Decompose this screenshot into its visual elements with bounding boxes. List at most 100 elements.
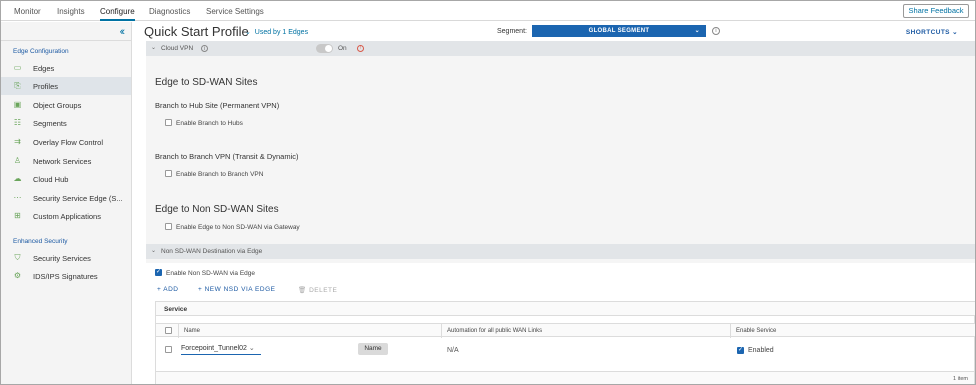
branch-to-hub-heading: Branch to Hub Site (Permanent VPN) (155, 101, 280, 110)
sidebar-item-label: Edges (33, 64, 55, 73)
sidebar-section-edge-configuration: Edge Configuration (13, 48, 69, 55)
sidebar-item-edges[interactable]: ▭ Edges (1, 59, 131, 77)
sidebar-item-security-service-edge[interactable]: ⋯ Security Service Edge (S... (1, 189, 131, 207)
table-footer: 1 item (156, 371, 974, 384)
chevron-down-icon: ⌄ (694, 28, 700, 34)
share-feedback-button[interactable]: Share Feedback (903, 4, 969, 18)
column-header-automation[interactable]: Automation for all public WAN Links (447, 328, 542, 334)
cloud-vpn-label: Cloud VPN (161, 45, 194, 52)
sidebar-item-ids-ips-signatures[interactable]: ⚙ IDS/IPS Signatures (1, 267, 131, 285)
edge-to-non-sdwan-heading: Edge to Non SD-WAN Sites (155, 204, 279, 215)
sidebar-item-label: Object Groups (33, 101, 82, 110)
enable-service-label: Enabled (748, 347, 774, 354)
sidebar-item-label: Custom Applications (33, 212, 101, 221)
segment-label: Segment: (497, 28, 527, 35)
sidebar-item-label: Network Services (33, 157, 92, 166)
enable-branch-to-branch-label: Enable Branch to Branch VPN (176, 171, 264, 178)
enable-service-checkbox[interactable] (737, 346, 744, 354)
object-groups-icon: ▣ (13, 100, 22, 109)
nsd-via-edge-bar[interactable]: ⌄ Non SD-WAN Destination via Edge (146, 244, 975, 259)
sidebar-item-label: Cloud Hub (33, 175, 69, 184)
sidebar-item-profiles[interactable]: ⎘ Profiles (1, 77, 131, 95)
enable-edge-to-non-sdwan-checkbox[interactable] (165, 223, 172, 230)
enable-edge-to-non-sdwan-label: Enable Edge to Non SD-WAN via Gateway (176, 224, 300, 231)
cloud-vpn-toggle-label: On (338, 45, 347, 52)
sidebar-divider (1, 40, 131, 41)
segment-value: GLOBAL SEGMENT (588, 28, 650, 34)
sidebar-item-overlay-flow-control[interactable]: ⇉ Overlay Flow Control (1, 133, 131, 151)
new-nsd-via-edge-button[interactable]: + NEW NSD VIA EDGE (198, 286, 275, 293)
nsd-via-edge-label: Non SD-WAN Destination via Edge (161, 248, 263, 255)
cloud-vpn-bar[interactable]: ⌄ Cloud VPN i On ! (146, 41, 975, 56)
sidebar-item-label: Profiles (33, 82, 59, 91)
column-header-enable-service[interactable]: Enable Service (736, 328, 776, 334)
custom-applications-icon: ⊞ (14, 211, 21, 220)
item-count: 1 item (953, 376, 968, 382)
enable-branch-to-hubs-checkbox[interactable] (165, 119, 172, 126)
tab-monitor[interactable]: Monitor (14, 7, 41, 16)
page-title: Quick Start Profile (144, 24, 249, 39)
used-by-label: Used by 1 Edges (254, 29, 309, 36)
delete-button[interactable]: 🗑 DELETE (298, 286, 337, 294)
sidebar-item-cloud-hub[interactable]: ☁ Cloud Hub (1, 170, 131, 188)
sidebar-section-enhanced-security: Enhanced Security (13, 238, 68, 245)
tab-insights[interactable]: Insights (57, 7, 85, 16)
row-select-checkbox[interactable] (165, 346, 172, 353)
main-panel: Quick Start Profile ⌄ Used by 1 Edges Se… (133, 22, 975, 384)
enable-nsd-via-edge-label: Enable Non SD-WAN via Edge (166, 270, 255, 277)
tab-service-settings[interactable]: Service Settings (206, 7, 264, 16)
chevron-down-icon: ⌄ (151, 248, 157, 254)
column-divider (441, 324, 442, 338)
automation-value: N/A (447, 347, 459, 354)
cloud-vpn-toggle[interactable] (316, 44, 333, 53)
add-label: ADD (163, 286, 179, 293)
profile-header: Quick Start Profile ⌄ Used by 1 Edges Se… (133, 22, 975, 41)
add-button[interactable]: + ADD (157, 286, 178, 293)
shield-icon: ⛉ (14, 253, 21, 262)
select-all-checkbox[interactable] (165, 327, 172, 334)
used-by-edges-link[interactable]: ⌄ Used by 1 Edges (245, 28, 308, 36)
sidebar-item-network-services[interactable]: ♙ Network Services (1, 152, 131, 170)
tab-configure[interactable]: Configure (100, 7, 135, 21)
info-icon[interactable]: i (712, 27, 720, 35)
profiles-icon: ⎘ (14, 81, 21, 90)
double-chevron-left-icon[interactable]: ‹‹ (120, 26, 126, 38)
enable-nsd-via-edge-checkbox[interactable] (155, 268, 162, 276)
sidebar: ‹‹ Edge Configuration ▭ Edges ⎘ Profiles… (1, 22, 132, 384)
name-tooltip: Name (358, 343, 388, 355)
sidebar-item-object-groups[interactable]: ▣ Object Groups (1, 96, 131, 114)
column-header-name[interactable]: Name (184, 328, 200, 334)
delete-label: DELETE (309, 287, 338, 294)
nsd-name-select[interactable]: Forcepoint_Tunnel02 ⌄ (181, 344, 261, 355)
app-window: Monitor Insights Configure Diagnostics S… (0, 0, 976, 385)
segments-icon: ☷ (13, 118, 22, 127)
table-caption: Service (156, 302, 975, 316)
enable-branch-to-branch-checkbox[interactable] (165, 170, 172, 177)
sidebar-item-label: Segments (33, 119, 67, 128)
branch-to-branch-heading: Branch to Branch VPN (Transit & Dynamic) (155, 152, 299, 161)
shortcuts-menu[interactable]: SHORTCUTS ⌄ (906, 28, 958, 36)
plus-icon: + (157, 286, 162, 293)
column-divider (178, 324, 179, 338)
sidebar-item-label: Security Services (33, 254, 91, 263)
info-icon[interactable]: i (201, 45, 208, 52)
signatures-icon: ⚙ (13, 271, 22, 280)
chevron-down-icon: ⌄ (245, 29, 251, 36)
edge-icon: ▭ (13, 63, 22, 72)
tab-diagnostics[interactable]: Diagnostics (149, 7, 190, 16)
shortcuts-label: SHORTCUTS (905, 29, 950, 36)
security-service-edge-icon: ⋯ (13, 193, 22, 202)
table-row: Forcepoint_Tunnel02 ⌄ Name N/A Enabled (156, 338, 975, 362)
cloud-hub-icon: ☁ (13, 174, 22, 183)
sidebar-item-security-services[interactable]: ⛉ Security Services (1, 249, 131, 267)
table-header: Name Automation for all public WAN Links… (156, 323, 975, 338)
sidebar-item-segments[interactable]: ☷ Segments (1, 114, 131, 132)
sidebar-item-custom-applications[interactable]: ⊞ Custom Applications (1, 207, 131, 225)
service-table: Service Name Automation for all public W… (155, 301, 975, 384)
segment-select[interactable]: GLOBAL SEGMENT ⌄ (532, 25, 706, 37)
sidebar-item-label: Security Service Edge (S... (33, 194, 123, 203)
nsd-name-value: Forcepoint_Tunnel02 (181, 345, 247, 352)
warning-icon: ! (357, 45, 364, 52)
chevron-down-icon: ⌄ (952, 29, 958, 36)
sidebar-item-label: Overlay Flow Control (33, 138, 104, 147)
